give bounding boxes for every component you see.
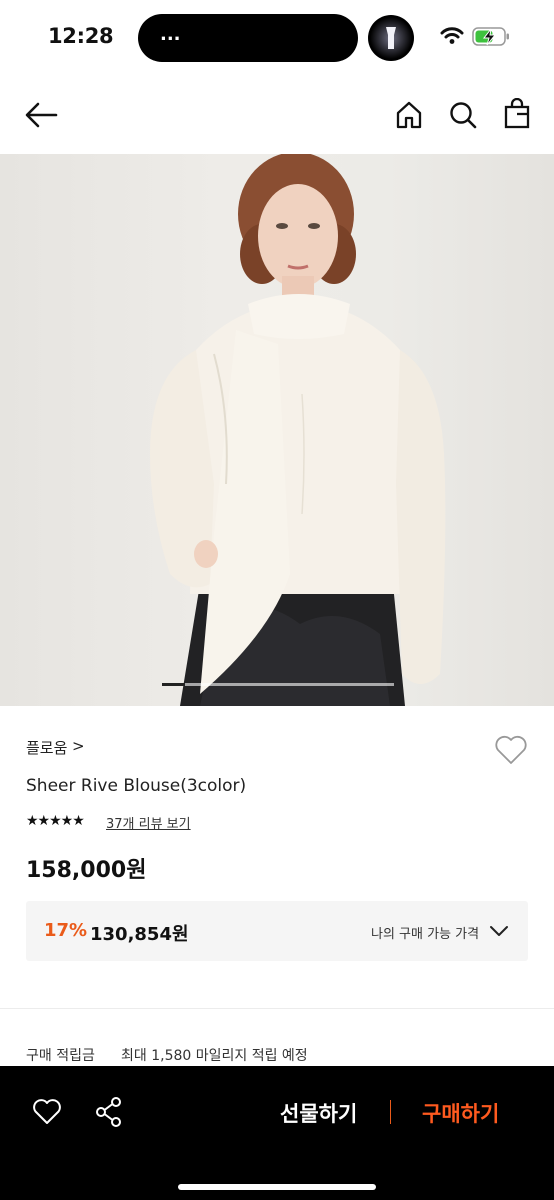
- member-price-label: 나의 구매 가능 가격: [371, 927, 480, 942]
- star-rating: ★★★★★: [26, 813, 85, 829]
- shopping-bag-icon[interactable]: [502, 97, 532, 134]
- carousel-indicator: [162, 683, 394, 686]
- heart-icon[interactable]: [32, 1098, 62, 1130]
- points-label: 구매 적립금: [26, 1048, 95, 1064]
- member-price-panel[interactable]: 17% 130,854원 나의 구매 가능 가격: [26, 901, 528, 961]
- flashlight-icon[interactable]: [368, 15, 414, 61]
- chevron-right-icon[interactable]: >: [72, 737, 85, 755]
- status-time: 12:28: [48, 24, 114, 48]
- chevron-down-icon[interactable]: [488, 923, 510, 943]
- discount-rate: 17%: [44, 920, 88, 941]
- status-bar: 12:28 ...: [0, 0, 554, 76]
- buy-button[interactable]: 구매하기: [422, 1098, 499, 1128]
- product-name: Sheer Rive Blouse(3color): [26, 776, 247, 796]
- bottom-action-bar: 선물하기 구매하기: [0, 1066, 554, 1200]
- gift-button[interactable]: 선물하기: [280, 1098, 357, 1128]
- brand-link[interactable]: 플로움: [26, 737, 67, 758]
- product-image[interactable]: [0, 154, 554, 706]
- points-value: 최대 1,580 마일리지 적립 예정: [121, 1048, 308, 1064]
- product-price: 158,000원: [26, 858, 147, 883]
- search-icon[interactable]: [448, 100, 478, 134]
- reviews-link[interactable]: 37개 리뷰 보기: [106, 813, 191, 832]
- dynamic-island: ...: [138, 14, 358, 62]
- model-photo: [150, 154, 446, 706]
- section-divider: [0, 1008, 554, 1009]
- carousel-indicator-active: [162, 683, 186, 686]
- wifi-icon: [440, 26, 464, 50]
- island-text: ...: [160, 24, 181, 45]
- home-indicator: [178, 1184, 376, 1190]
- discount-price: 130,854원: [90, 924, 189, 945]
- heart-icon[interactable]: [494, 734, 528, 770]
- back-arrow-icon[interactable]: [24, 100, 58, 134]
- bar-divider: [390, 1100, 391, 1124]
- share-icon[interactable]: [94, 1096, 124, 1132]
- home-icon[interactable]: [394, 100, 424, 134]
- battery-charging-icon: [472, 26, 512, 52]
- top-nav: [0, 76, 554, 154]
